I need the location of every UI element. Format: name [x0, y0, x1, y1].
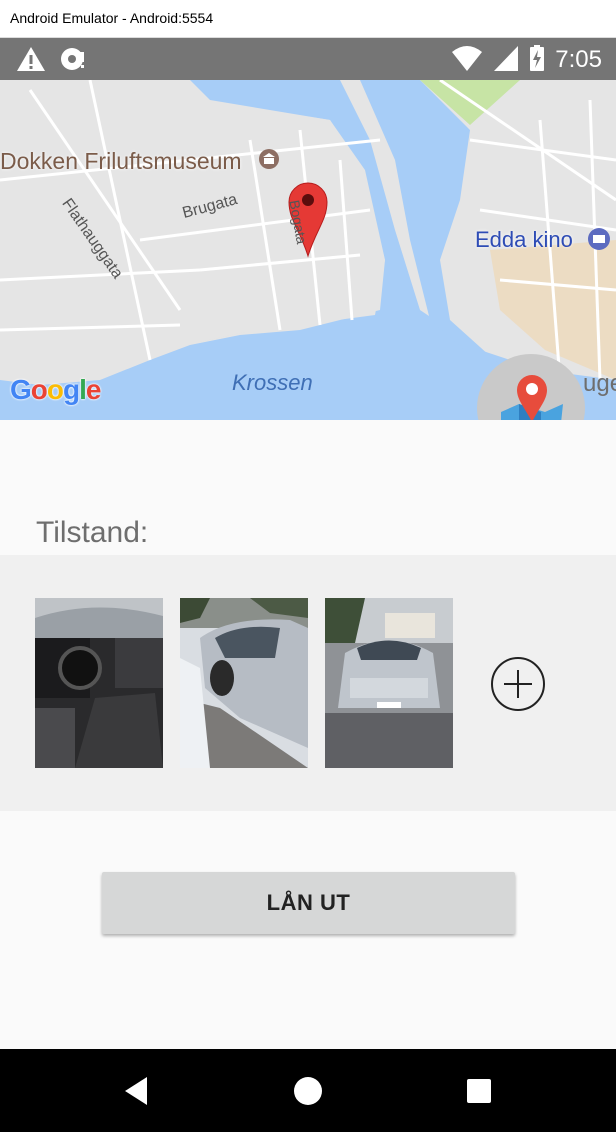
museum-icon — [258, 148, 280, 170]
recents-icon[interactable] — [457, 1069, 501, 1113]
photo-thumbnail-side[interactable] — [180, 598, 308, 768]
form-area: Tilstand: LÅN UT — [0, 420, 616, 1049]
photo-thumbnail-front[interactable] — [325, 598, 453, 768]
navigation-bar — [0, 1049, 616, 1132]
map-label-edge: uge — [583, 370, 616, 397]
warning-icon — [16, 46, 46, 76]
add-photo-button[interactable] — [490, 656, 546, 712]
window-title-bar: Android Emulator - Android:5554 — [0, 0, 616, 38]
photo-strip — [0, 555, 616, 811]
wifi-icon — [451, 44, 483, 76]
back-icon[interactable] — [115, 1069, 159, 1113]
add-circle-icon — [490, 657, 546, 716]
lend-out-button[interactable]: LÅN UT — [102, 872, 515, 934]
map-label-cinema: Edda kino — [475, 227, 573, 252]
sync-disabled-icon — [60, 46, 88, 76]
battery-charging-icon — [529, 44, 545, 76]
cinema-icon — [587, 227, 611, 251]
condition-label: Tilstand: — [36, 516, 149, 549]
signal-icon — [493, 44, 519, 76]
status-time: 7:05 — [555, 46, 602, 73]
home-icon[interactable] — [286, 1069, 330, 1113]
google-logo: Google — [10, 374, 101, 405]
map-label-water: Krossen — [232, 370, 313, 395]
window-title: Android Emulator - Android:5554 — [10, 10, 214, 26]
photo-thumbnail-interior[interactable] — [35, 598, 163, 768]
status-bar: 7:05 — [0, 38, 616, 80]
map-label-museum: Dokken Friluftsmuseum — [0, 148, 242, 174]
